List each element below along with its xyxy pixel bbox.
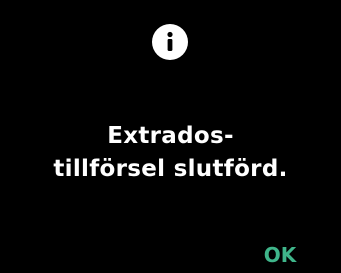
ok-button[interactable]: OK (250, 240, 310, 270)
message-line-2: tillförsel slutförd. (53, 156, 288, 182)
notification-screen: Extrados- tillförsel slutförd. OK (0, 0, 341, 273)
info-icon (152, 24, 188, 60)
message-line-1: Extrados- (107, 123, 234, 149)
confirmation-message: Extrados- tillförsel slutförd. (0, 120, 341, 186)
